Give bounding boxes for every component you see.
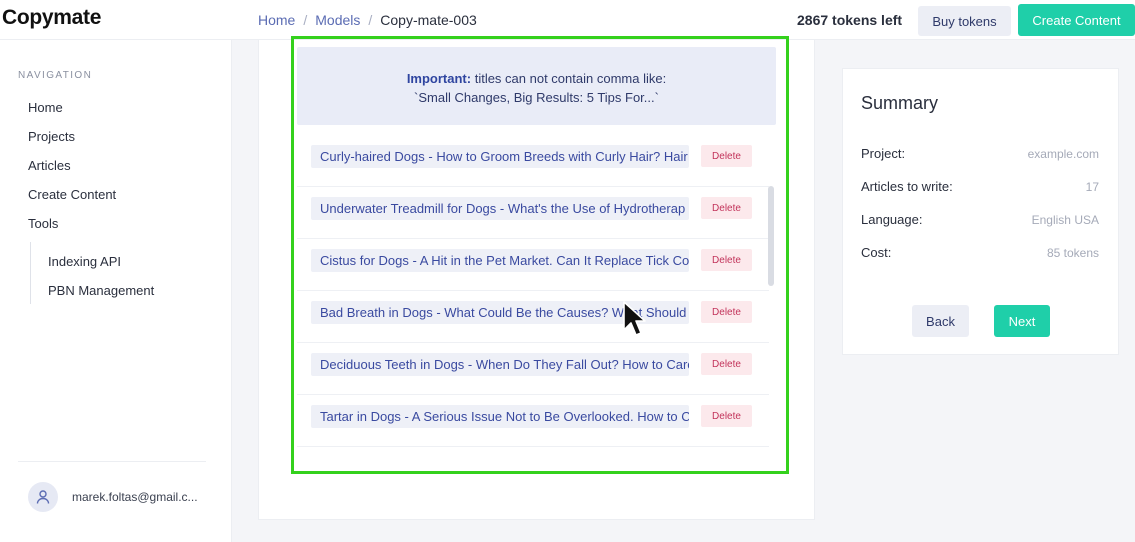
sidebar: NAVIGATION Home Projects Articles Create… — [0, 40, 232, 542]
breadcrumb-home[interactable]: Home — [258, 12, 295, 28]
summary-value-language: English USA — [1031, 213, 1099, 227]
user-email[interactable]: marek.foltas@gmail.c... — [72, 490, 198, 504]
summary-value-cost: 85 tokens — [1046, 246, 1099, 260]
app-logo[interactable]: Copymate — [2, 6, 101, 30]
sidebar-item-articles[interactable]: Articles — [28, 158, 71, 173]
sidebar-item-tools[interactable]: Tools — [28, 216, 58, 231]
summary-title: Summary — [861, 93, 939, 113]
top-bar: Copymate Home / Models / Copy-mate-003 2… — [0, 0, 1135, 40]
next-button[interactable]: Next — [994, 305, 1050, 337]
summary-label-project: Project: — [861, 146, 906, 161]
summary-value-project: example.com — [1027, 147, 1099, 161]
subnav-line — [30, 242, 31, 304]
buy-tokens-button[interactable]: Buy tokens — [918, 6, 1011, 36]
breadcrumb-models[interactable]: Models — [315, 12, 360, 28]
avatar[interactable] — [28, 482, 58, 512]
sidebar-item-projects[interactable]: Projects — [28, 129, 75, 144]
mouse-cursor-icon — [623, 301, 646, 336]
breadcrumb-current: Copy-mate-003 — [380, 12, 477, 28]
summary-value-articles: 17 — [1085, 180, 1099, 194]
user-icon — [36, 490, 50, 504]
summary-label-language: Language: — [861, 212, 923, 227]
summary-label-articles: Articles to write: — [861, 179, 953, 194]
summary-label-cost: Cost: — [861, 245, 892, 260]
sidebar-item-pbn-management[interactable]: PBN Management — [48, 283, 154, 298]
summary-panel: Summary Project: example.com Articles to… — [842, 68, 1119, 355]
breadcrumb-separator: / — [303, 12, 308, 28]
breadcrumb-separator: / — [368, 12, 373, 28]
sidebar-item-indexing-api[interactable]: Indexing API — [48, 254, 121, 269]
sidebar-divider — [18, 461, 206, 462]
back-button[interactable]: Back — [912, 305, 969, 337]
tokens-left: 2867 tokens left — [797, 12, 903, 28]
breadcrumb: Home / Models / Copy-mate-003 — [258, 12, 477, 28]
create-content-button[interactable]: Create Content — [1018, 4, 1135, 36]
nav-heading: NAVIGATION — [18, 70, 93, 81]
highlight-frame — [291, 36, 789, 474]
sidebar-item-home[interactable]: Home — [28, 100, 63, 115]
sidebar-item-create-content[interactable]: Create Content — [28, 187, 116, 202]
